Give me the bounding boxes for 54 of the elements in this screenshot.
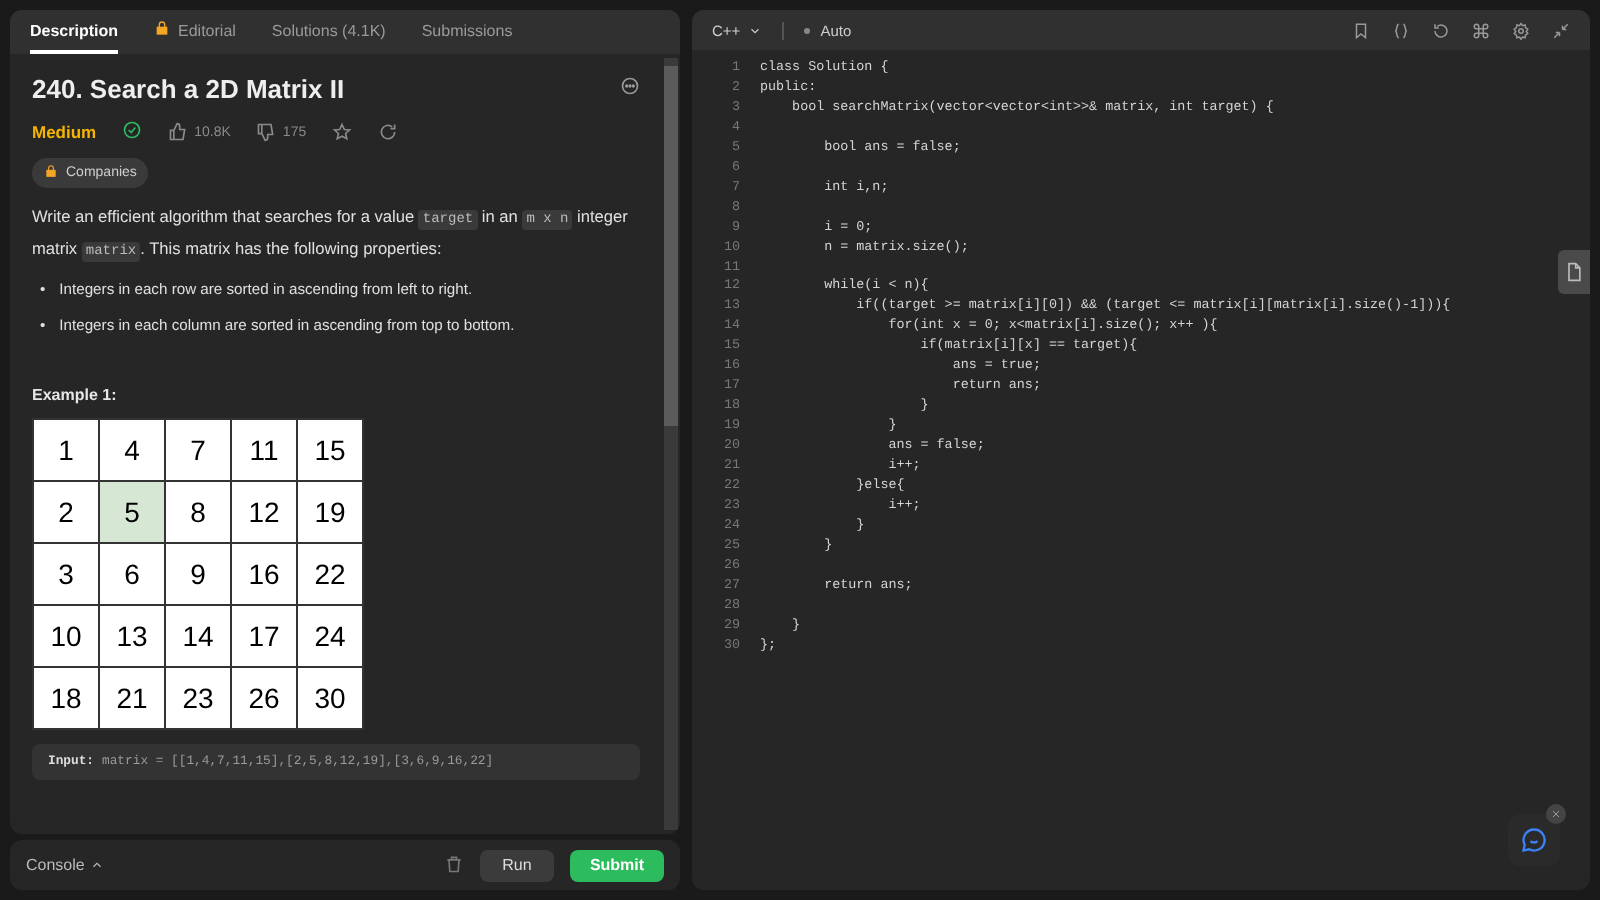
scrollbar[interactable]	[664, 58, 678, 830]
lock-icon	[44, 164, 58, 178]
close-icon	[1550, 808, 1562, 820]
command-icon	[1472, 21, 1490, 39]
panel-tab[interactable]: Submissions	[421, 10, 513, 54]
example-heading: Example 1:	[32, 386, 119, 404]
settings-icon	[1512, 21, 1530, 39]
lock-icon	[154, 20, 171, 36]
difficulty-label: Medium	[32, 122, 97, 142]
matrix-cell: 17	[231, 605, 297, 667]
reset-icon	[1432, 21, 1450, 39]
panel-tab[interactable]: Solutions (4.1K)	[271, 10, 386, 54]
matrix-cell: 7	[165, 419, 231, 481]
matrix-cell: 22	[297, 543, 363, 605]
matrix-cell: 18	[33, 667, 99, 729]
matrix-cell: 3	[33, 543, 99, 605]
feedback-button[interactable]	[1508, 814, 1560, 866]
matrix-cell: 21	[99, 667, 165, 729]
thumbs-up-icon	[168, 122, 189, 142]
console-toggle[interactable]: Console	[26, 856, 105, 874]
matrix-cell: 16	[231, 543, 297, 605]
chat-icon	[1520, 826, 1548, 854]
matrix-cell: 6	[99, 543, 165, 605]
panel-tab[interactable]: Description	[30, 10, 119, 54]
bookmark-icon	[1352, 21, 1370, 39]
matrix-cell: 30	[297, 667, 363, 729]
matrix-cell: 1	[33, 419, 99, 481]
matrix-cell: 24	[297, 605, 363, 667]
thumbs-down-icon	[256, 122, 277, 142]
refresh-icon	[378, 122, 399, 142]
matrix-cell: 15	[297, 419, 363, 481]
matrix-cell: 12	[231, 481, 297, 543]
file-icon	[1564, 262, 1584, 282]
run-button[interactable]: Run	[480, 849, 554, 881]
star-icon	[332, 122, 353, 142]
caret-icon	[90, 858, 105, 872]
check-circle-icon	[122, 120, 143, 140]
matrix-cell: 23	[165, 667, 231, 729]
matrix-cell: 19	[297, 481, 363, 543]
matrix-cell: 9	[165, 543, 231, 605]
panel-tab[interactable]: Editorial	[154, 10, 236, 54]
more-icon	[620, 76, 640, 96]
matrix-cell: 26	[231, 667, 297, 729]
matrix-cell: 13	[99, 605, 165, 667]
matrix-cell: 14	[165, 605, 231, 667]
matrix-cell: 11	[231, 419, 297, 481]
problem-title: 240. Search a 2D Matrix II	[32, 73, 345, 103]
collapse-icon	[1552, 21, 1570, 39]
matrix-cell: 8	[165, 481, 231, 543]
chevron-down-icon	[748, 23, 763, 37]
braces-icon	[1392, 21, 1410, 39]
trash-icon	[444, 853, 464, 873]
matrix-cell: 10	[33, 605, 99, 667]
matrix-cell: 5	[99, 481, 165, 543]
